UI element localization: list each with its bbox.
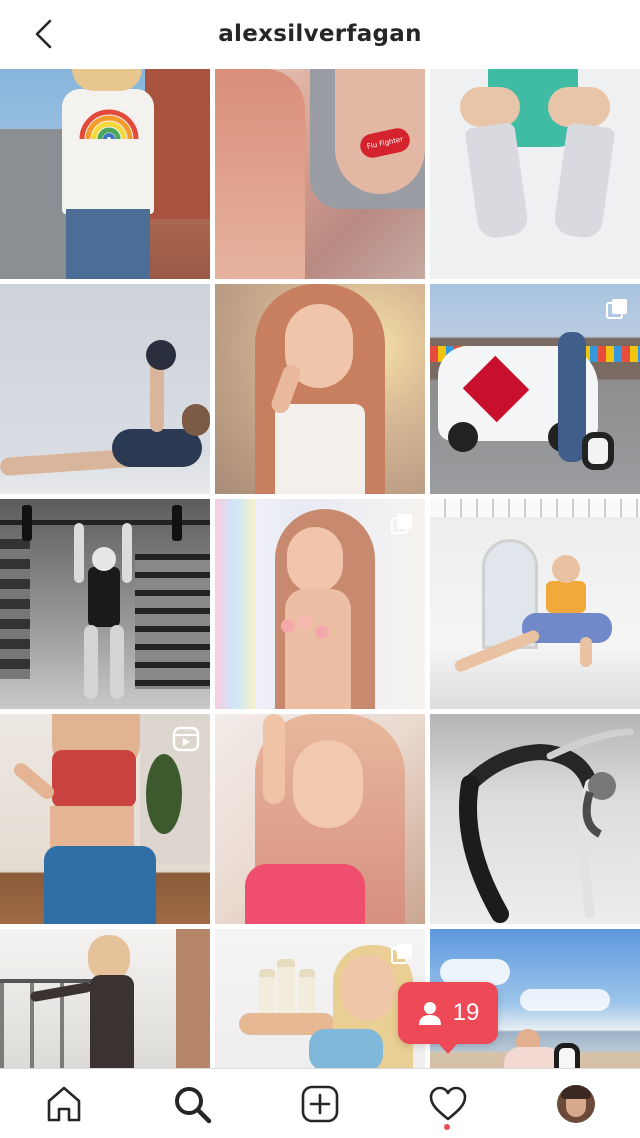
heart-icon xyxy=(429,1086,467,1121)
grid-post[interactable] xyxy=(0,714,210,924)
chevron-left-icon xyxy=(35,19,52,49)
grid-post[interactable] xyxy=(0,499,210,709)
new-post-icon xyxy=(301,1085,339,1123)
post-grid: Flu Fighter xyxy=(0,69,640,1068)
carousel-icon xyxy=(391,944,412,964)
grid-post[interactable] xyxy=(215,284,425,494)
grid-post[interactable] xyxy=(215,714,425,924)
tab-new-post[interactable] xyxy=(297,1081,343,1127)
profile-avatar xyxy=(557,1085,595,1123)
search-icon xyxy=(175,1087,212,1124)
grid-post[interactable] xyxy=(215,929,425,1068)
bottom-tab-bar xyxy=(0,1068,640,1138)
grid-post[interactable] xyxy=(430,714,640,924)
follower-count: 19 xyxy=(452,999,480,1026)
grid-post[interactable]: Flu Fighter xyxy=(215,69,425,279)
grid-post[interactable] xyxy=(430,499,640,709)
grid-post[interactable] xyxy=(0,284,210,494)
person-icon xyxy=(418,1002,441,1025)
top-header: alexsilverfagan xyxy=(0,0,640,68)
activity-dot xyxy=(444,1124,450,1130)
profile-username[interactable]: alexsilverfagan xyxy=(218,21,422,47)
grid-post[interactable] xyxy=(0,69,210,279)
tab-activity[interactable] xyxy=(425,1081,471,1127)
home-icon xyxy=(47,1086,81,1122)
tab-profile[interactable] xyxy=(553,1081,599,1127)
tab-home[interactable] xyxy=(41,1081,87,1127)
grid-post[interactable] xyxy=(215,499,425,709)
reel-icon xyxy=(172,726,200,752)
tab-search[interactable] xyxy=(169,1081,215,1127)
grid-post[interactable] xyxy=(430,284,640,494)
grid-post[interactable] xyxy=(430,69,640,279)
grid-post[interactable] xyxy=(0,929,210,1068)
new-followers-badge[interactable]: 19 xyxy=(398,982,498,1054)
carousel-icon xyxy=(606,299,627,319)
carousel-icon xyxy=(391,514,412,534)
back-button[interactable] xyxy=(24,16,64,52)
